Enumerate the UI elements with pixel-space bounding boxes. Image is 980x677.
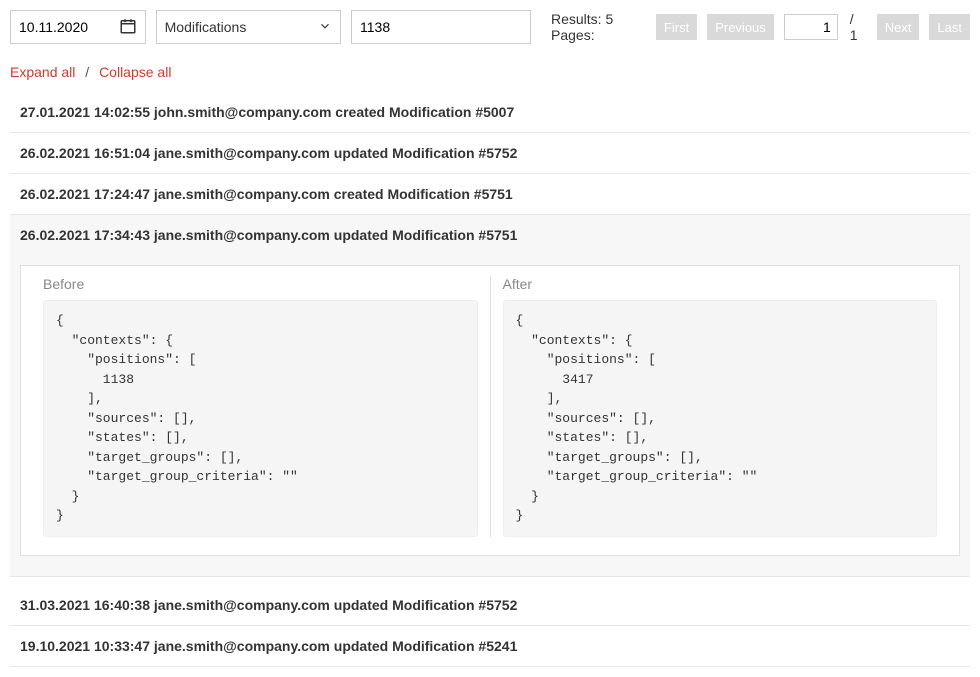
date-filter[interactable] bbox=[10, 10, 146, 44]
history-entry-detail: Before { "contexts": { "positions": [ 11… bbox=[10, 255, 970, 577]
history-entry[interactable]: 26.02.2021 17:24:47 jane.smith@company.c… bbox=[10, 174, 970, 215]
collapse-all-link[interactable]: Collapse all bbox=[99, 64, 171, 80]
filter-bar: Modifications Results: 5 Pages: First Pr… bbox=[10, 10, 970, 44]
next-page-button[interactable]: Next bbox=[877, 14, 920, 40]
history-entry-summary: 26.02.2021 17:34:43 jane.smith@company.c… bbox=[20, 227, 517, 243]
page-input[interactable] bbox=[784, 14, 838, 40]
diff-before-label: Before bbox=[43, 276, 478, 292]
search-input[interactable] bbox=[351, 10, 531, 44]
diff-before-column: Before { "contexts": { "positions": [ 11… bbox=[31, 276, 491, 537]
diff-panel: Before { "contexts": { "positions": [ 11… bbox=[20, 265, 960, 556]
expand-all-link[interactable]: Expand all bbox=[10, 64, 75, 80]
history-entry-summary: 26.02.2021 17:24:47 jane.smith@company.c… bbox=[20, 186, 513, 202]
page-total: / 1 bbox=[850, 11, 863, 43]
date-input[interactable] bbox=[19, 19, 119, 35]
diff-after-label: After bbox=[503, 276, 938, 292]
calendar-icon bbox=[119, 17, 137, 38]
history-entry[interactable]: 26.02.2021 16:51:04 jane.smith@company.c… bbox=[10, 133, 970, 174]
history-entry-summary: 26.02.2021 16:51:04 jane.smith@company.c… bbox=[20, 145, 517, 161]
type-select[interactable]: Modifications bbox=[156, 10, 341, 44]
history-entry[interactable]: 27.01.2021 14:02:55 john.smith@company.c… bbox=[10, 92, 970, 133]
previous-page-button[interactable]: Previous bbox=[707, 14, 774, 40]
chevron-down-icon bbox=[318, 19, 332, 36]
history-entry[interactable]: 26.02.2021 17:34:43 jane.smith@company.c… bbox=[10, 215, 970, 255]
type-select-value: Modifications bbox=[165, 19, 318, 35]
expand-controls: Expand all / Collapse all bbox=[10, 64, 970, 80]
history-list: 27.01.2021 14:02:55 john.smith@company.c… bbox=[10, 92, 970, 667]
history-entry-summary: 27.01.2021 14:02:55 john.smith@company.c… bbox=[20, 104, 514, 120]
history-entry[interactable]: 19.10.2021 10:33:47 jane.smith@company.c… bbox=[10, 626, 970, 667]
separator: / bbox=[85, 64, 89, 80]
first-page-button[interactable]: First bbox=[656, 14, 697, 40]
diff-before-code: { "contexts": { "positions": [ 1138 ], "… bbox=[43, 300, 478, 537]
history-entry-summary: 19.10.2021 10:33:47 jane.smith@company.c… bbox=[20, 638, 517, 654]
last-page-button[interactable]: Last bbox=[929, 14, 970, 40]
diff-after-code: { "contexts": { "positions": [ 3417 ], "… bbox=[503, 300, 938, 537]
diff-after-column: After { "contexts": { "positions": [ 341… bbox=[491, 276, 950, 537]
results-label: Results: 5 Pages: bbox=[551, 11, 642, 43]
history-entry[interactable]: 31.03.2021 16:40:38 jane.smith@company.c… bbox=[10, 577, 970, 626]
history-entry-summary: 31.03.2021 16:40:38 jane.smith@company.c… bbox=[20, 597, 517, 613]
